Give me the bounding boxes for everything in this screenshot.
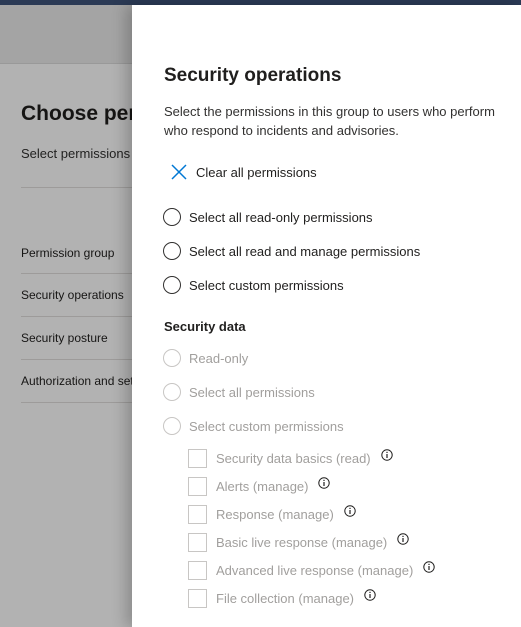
radio-label: Select custom permissions (189, 277, 344, 293)
radio-circle[interactable] (163, 349, 181, 367)
checkbox-box[interactable] (188, 588, 207, 608)
radio-label: Read-only (189, 350, 249, 366)
radio-circle[interactable] (163, 208, 181, 226)
clear-all-permissions-label: Clear all permissions (196, 164, 317, 180)
panel-description-line: who respond to incidents and advisories. (164, 123, 399, 138)
radio-label: Select all read and manage permissions (189, 243, 421, 259)
checkbox-label: Advanced live response (manage) (216, 562, 414, 578)
checkbox-label: Alerts (manage) (216, 478, 309, 494)
checkbox-file-collection[interactable]: File collection (manage) (188, 588, 376, 608)
radio-circle[interactable] (163, 276, 181, 294)
security-data-heading: Security data (164, 319, 246, 334)
checkbox-basic-live-response[interactable]: Basic live response (manage) (188, 532, 409, 552)
checkbox-alerts-manage[interactable]: Alerts (manage) (188, 476, 331, 496)
radio-label: Select all read-only permissions (189, 209, 373, 225)
panel-description-line: Select the permissions in this group to … (164, 104, 495, 119)
radio-select-custom-permissions[interactable]: Select custom permissions (163, 274, 344, 296)
radio-circle[interactable] (163, 383, 181, 401)
info-icon[interactable] (364, 589, 376, 601)
checkbox-box[interactable] (188, 532, 207, 552)
checkbox-label: Security data basics (read) (216, 450, 371, 466)
checkbox-box[interactable] (188, 476, 207, 496)
checkbox-label: File collection (manage) (216, 590, 355, 606)
info-icon[interactable] (380, 449, 393, 461)
info-icon[interactable] (344, 505, 356, 517)
radio-circle[interactable] (163, 417, 181, 435)
radio-select-all-read-only[interactable]: Select all read-only permissions (163, 206, 373, 228)
checkbox-box[interactable] (188, 504, 207, 524)
radio-select-all-read-and-manage[interactable]: Select all read and manage permissions (163, 240, 420, 262)
radio-security-data-custom[interactable]: Select custom permissions (163, 415, 344, 437)
checkbox-security-data-basics[interactable]: Security data basics (read) (188, 448, 393, 468)
clear-all-permissions-button[interactable]: Clear all permissions (170, 162, 317, 182)
close-icon (171, 164, 187, 180)
checkbox-label: Response (manage) (216, 506, 334, 522)
checkbox-box[interactable] (188, 448, 207, 468)
info-icon[interactable] (318, 477, 331, 489)
checkbox-advanced-live-response[interactable]: Advanced live response (manage) (188, 560, 435, 580)
radio-security-data-read-only[interactable]: Read-only (163, 347, 248, 369)
modal-overlay[interactable] (0, 5, 132, 627)
panel-title: Security operations (164, 65, 342, 86)
security-operations-panel: Security operations Select the permissio… (132, 5, 521, 627)
radio-label: Select all permissions (189, 384, 315, 400)
info-icon[interactable] (423, 561, 435, 573)
radio-label: Select custom permissions (189, 418, 344, 434)
checkbox-response-manage[interactable]: Response (manage) (188, 504, 356, 524)
info-icon[interactable] (397, 533, 409, 545)
checkbox-label: Basic live response (manage) (216, 534, 388, 550)
panel-description: Select the permissions in this group to … (164, 102, 521, 140)
radio-circle[interactable] (163, 242, 181, 260)
radio-security-data-select-all[interactable]: Select all permissions (163, 381, 315, 403)
checkbox-box[interactable] (188, 560, 207, 580)
